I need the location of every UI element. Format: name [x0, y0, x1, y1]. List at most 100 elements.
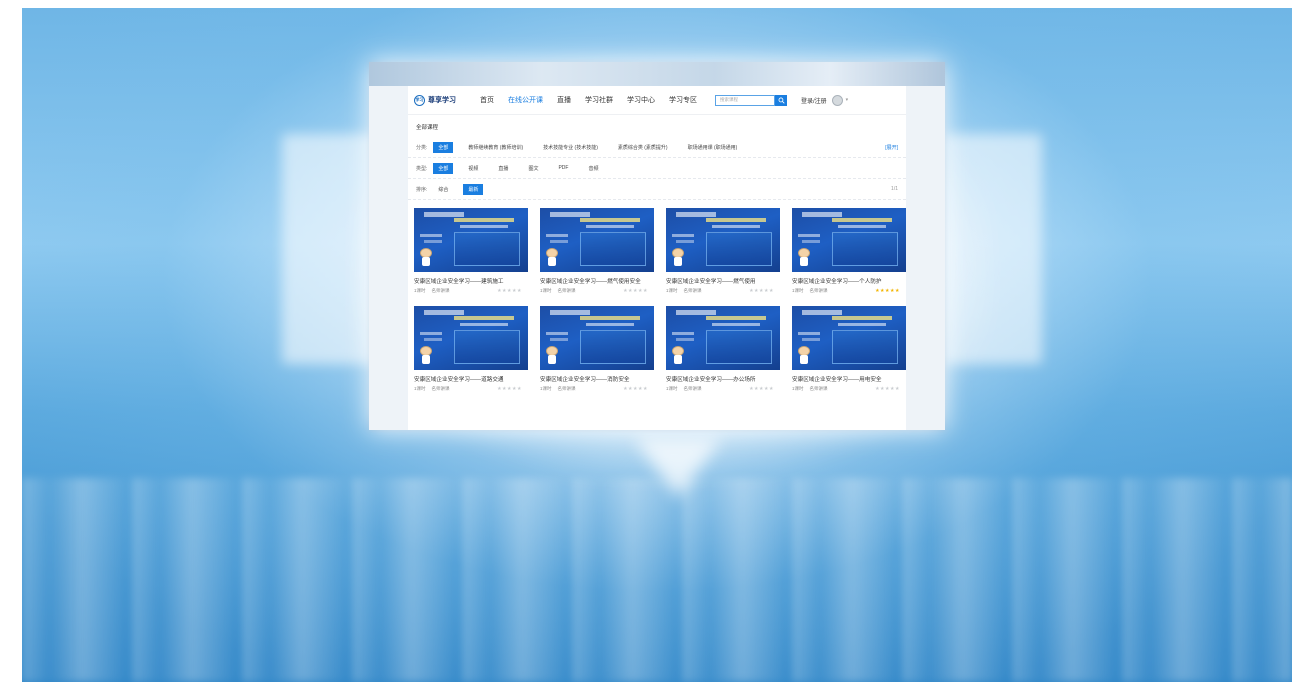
nav-item-open-courses[interactable]: 在线公开课 — [508, 95, 543, 105]
course-page: 学习 尊享学习 首页 在线公开课 直播 学习社群 学习中心 学习专区 搜索课程 … — [408, 86, 906, 430]
chevron-down-icon[interactable]: ▾ — [846, 97, 849, 103]
search-button[interactable] — [775, 94, 787, 106]
nav-item-learning-center[interactable]: 学习中心 — [627, 95, 655, 105]
type-chip-video[interactable]: 视频 — [463, 163, 483, 174]
course-meta: 1课时 名师讲课 ★★★★★ — [666, 288, 780, 294]
login-link[interactable]: 登录/注册 — [801, 96, 827, 105]
course-title[interactable]: 安康区域企业安全学习——燃气使用 — [666, 277, 780, 285]
course-card[interactable]: 安康区域企业安全学习——道路交通 1课时 名师讲课 ★★★★★ — [414, 306, 528, 392]
nav-item-community[interactable]: 学习社群 — [585, 95, 613, 105]
top-nav: 学习 尊享学习 首页 在线公开课 直播 学习社群 学习中心 学习专区 搜索课程 … — [408, 86, 906, 115]
logo-text: 尊享学习 — [428, 97, 456, 104]
course-thumbnail[interactable] — [666, 208, 780, 272]
course-teacher: 名师讲课 — [809, 386, 828, 391]
course-card[interactable]: 安康区域企业安全学习——办公场所 1课时 名师讲课 ★★★★★ — [666, 306, 780, 392]
course-teacher: 名师讲课 — [431, 386, 450, 391]
course-thumbnail[interactable] — [666, 306, 780, 370]
category-chip-workplace[interactable]: 职场通用课 (职场通用) — [683, 142, 743, 153]
course-card[interactable]: 安康区域企业安全学习——燃气使用安全 1课时 名师讲课 ★★★★★ — [540, 208, 654, 294]
rating-stars-icon: ★★★★★ — [623, 288, 648, 294]
course-teacher: 名师讲课 — [683, 288, 702, 293]
course-title[interactable]: 安康区域企业安全学习——个人防护 — [792, 277, 906, 285]
course-hours: 1课时 — [792, 288, 804, 293]
course-hours: 1课时 — [540, 288, 552, 293]
rating-stars-icon: ★★★★★ — [497, 386, 522, 392]
type-chip-audio[interactable]: 音频 — [583, 163, 603, 174]
course-teacher: 名师讲课 — [557, 288, 576, 293]
course-thumbnail[interactable] — [414, 208, 528, 272]
course-meta: 1课时 名师讲课 ★★★★★ — [666, 386, 780, 392]
mascot-icon — [672, 346, 684, 364]
course-meta: 1课时 名师讲课 ★★★★★ — [792, 386, 906, 392]
mascot-icon — [420, 248, 432, 266]
course-card[interactable]: 安康区域企业安全学习——消防安全 1课时 名师讲课 ★★★★★ — [540, 306, 654, 392]
course-title[interactable]: 安康区域企业安全学习——消防安全 — [540, 375, 654, 383]
course-title[interactable]: 安康区域企业安全学习——道路交通 — [414, 375, 528, 383]
course-teacher: 名师讲课 — [809, 288, 828, 293]
site-logo[interactable]: 学习 尊享学习 — [414, 94, 456, 106]
course-thumbnail[interactable] — [792, 208, 906, 272]
course-teacher: 名师讲课 — [683, 386, 702, 391]
sort-filter-label: 排序: — [416, 186, 428, 193]
nav-item-home[interactable]: 首页 — [480, 95, 494, 105]
category-chip-technical[interactable]: 技术技能专业 (技术技能) — [538, 142, 603, 153]
rating-stars-icon: ★★★★★ — [875, 288, 900, 294]
type-chip-live[interactable]: 直播 — [493, 163, 513, 174]
course-title[interactable]: 安康区域企业安全学习——燃气使用安全 — [540, 277, 654, 285]
type-chip-article[interactable]: 图文 — [523, 163, 543, 174]
course-card[interactable]: 安康区域企业安全学习——个人防护 1课时 名师讲课 ★★★★★ — [792, 208, 906, 294]
course-hours: 1课时 — [666, 386, 678, 391]
category-filter-label: 分类: — [416, 144, 428, 151]
course-card[interactable]: 安康区域企业安全学习——用电安全 1课时 名师讲课 ★★★★★ — [792, 306, 906, 392]
mascot-icon — [798, 346, 810, 364]
course-thumbnail[interactable] — [540, 306, 654, 370]
course-meta: 1课时 名师讲课 ★★★★★ — [540, 386, 654, 392]
nav-item-live[interactable]: 直播 — [557, 95, 571, 105]
course-title[interactable]: 安康区域企业安全学习——用电安全 — [792, 375, 906, 383]
course-teacher: 名师讲课 — [431, 288, 450, 293]
nav-item-zone[interactable]: 学习专区 — [669, 95, 697, 105]
sort-chip-default[interactable]: 综合 — [433, 184, 453, 195]
rating-stars-icon: ★★★★★ — [875, 386, 900, 392]
course-meta: 1课时 名师讲课 ★★★★★ — [414, 288, 528, 294]
course-thumbnail[interactable] — [792, 306, 906, 370]
browser-window: 学习 尊享学习 首页 在线公开课 直播 学习社群 学习中心 学习专区 搜索课程 … — [369, 62, 945, 430]
rating-stars-icon: ★★★★★ — [749, 386, 774, 392]
course-thumbnail[interactable] — [540, 208, 654, 272]
category-chip-teacher[interactable]: 教师继续教育 (教师培训) — [463, 142, 528, 153]
course-thumbnail[interactable] — [414, 306, 528, 370]
category-filter: 分类: 全部 教师继续教育 (教师培训) 技术技能专业 (技术技能) 素质综合类… — [408, 137, 906, 158]
course-card[interactable]: 安康区域企业安全学习——燃气使用 1课时 名师讲课 ★★★★★ — [666, 208, 780, 294]
mascot-icon — [546, 248, 558, 266]
type-filter-label: 类型: — [416, 165, 428, 172]
sort-chip-latest[interactable]: 最新 — [463, 183, 484, 195]
type-chip-pdf[interactable]: PDF — [553, 163, 573, 173]
course-title[interactable]: 安康区域企业安全学习——办公场所 — [666, 375, 780, 383]
mascot-icon — [672, 248, 684, 266]
mascot-icon — [546, 346, 558, 364]
speech-pointer — [634, 438, 722, 498]
category-expand-link[interactable]: [展开] — [885, 144, 898, 151]
rating-stars-icon: ★★★★★ — [749, 288, 774, 294]
category-chip-quality[interactable]: 素质综合类 (素质提升) — [613, 142, 673, 153]
avatar[interactable] — [831, 94, 843, 106]
type-chip-all[interactable]: 全部 — [433, 162, 454, 174]
rating-stars-icon: ★★★★★ — [623, 386, 648, 392]
course-hours: 1课时 — [666, 288, 678, 293]
course-hours: 1课时 — [414, 386, 426, 391]
course-hours: 1课时 — [792, 386, 804, 391]
course-grid: 安康区域企业安全学习——建筑施工 1课时 名师讲课 ★★★★★ 安康区域企业安全… — [408, 200, 906, 392]
search-input[interactable]: 搜索课程 — [715, 94, 775, 106]
course-hours: 1课时 — [414, 288, 426, 293]
course-card[interactable]: 安康区域企业安全学习——建筑施工 1课时 名师讲课 ★★★★★ — [414, 208, 528, 294]
course-meta: 1课时 名师讲课 ★★★★★ — [792, 288, 906, 294]
window-top-bar — [369, 62, 945, 86]
logo-icon: 学习 — [414, 94, 425, 106]
rating-stars-icon: ★★★★★ — [497, 288, 522, 294]
course-title[interactable]: 安康区域企业安全学习——建筑施工 — [414, 277, 528, 285]
breadcrumb: 全部课程 — [416, 125, 439, 131]
sort-filter: 排序: 综合 最新 1/1 — [408, 179, 906, 200]
background-keyboard-stripes — [22, 478, 1292, 682]
mascot-icon — [420, 346, 432, 364]
category-chip-all[interactable]: 全部 — [433, 141, 454, 153]
